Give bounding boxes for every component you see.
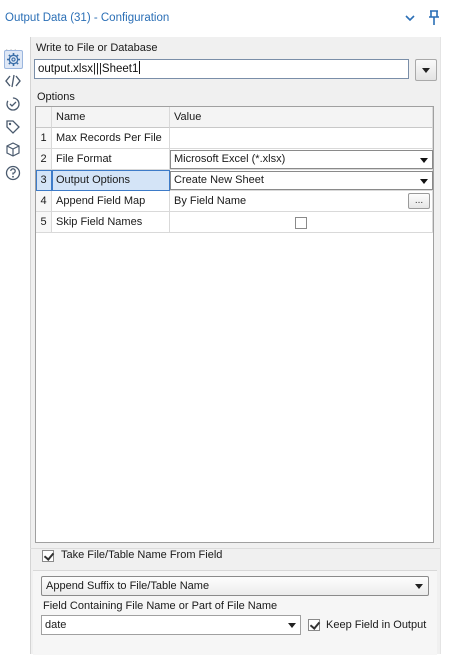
row-number: 3 xyxy=(36,170,52,191)
take-name-label: Take File/Table Name From Field xyxy=(61,549,223,561)
option-name[interactable]: Output Options xyxy=(52,170,170,191)
column-header-value[interactable]: Value xyxy=(170,107,433,128)
keep-field-checkbox[interactable] xyxy=(308,619,320,631)
chevron-down-icon xyxy=(288,623,296,628)
output-options-value: Create New Sheet xyxy=(174,174,264,186)
xml-icon[interactable] xyxy=(4,72,22,90)
target-value: output.xlsx|||Sheet1 xyxy=(38,63,139,75)
field-value: date xyxy=(45,619,67,631)
chevron-down-icon xyxy=(420,179,428,184)
field-select[interactable]: date xyxy=(41,615,301,635)
chevron-down-icon xyxy=(415,584,423,589)
target-input[interactable]: output.xlsx|||Sheet1 xyxy=(34,59,409,79)
append-field-map-button[interactable]: ... xyxy=(408,193,430,209)
scrollbar[interactable] xyxy=(440,37,454,654)
output-options-select[interactable]: Create New Sheet xyxy=(170,171,433,190)
gear-icon xyxy=(7,53,20,66)
suffix-option-select[interactable]: Append Suffix to File/Table Name xyxy=(41,576,429,596)
option-name[interactable]: File Format xyxy=(52,149,170,170)
suffix-option-value: Append Suffix to File/Table Name xyxy=(46,580,210,592)
field-label: Field Containing File Name or Part of Fi… xyxy=(43,600,278,612)
chevron-down-icon xyxy=(420,158,428,163)
options-grid: Name Value 1 Max Records Per File 2 File… xyxy=(35,106,434,543)
file-format-select[interactable]: Microsoft Excel (*.xlsx) xyxy=(170,150,433,169)
target-label: Write to File or Database xyxy=(36,42,158,54)
append-field-map-value[interactable]: By Field Name xyxy=(170,191,433,212)
option-name[interactable]: Max Records Per File xyxy=(52,128,170,149)
grid-header-corner xyxy=(36,107,52,128)
file-format-value: Microsoft Excel (*.xlsx) xyxy=(174,153,286,165)
row-number: 5 xyxy=(36,212,52,233)
pin-icon[interactable] xyxy=(426,9,442,27)
option-name[interactable]: Skip Field Names xyxy=(52,212,170,233)
keep-field-label: Keep Field in Output xyxy=(326,619,427,631)
options-label: Options xyxy=(37,91,75,103)
row-number: 1 xyxy=(36,128,52,149)
skip-field-names-checkbox[interactable] xyxy=(295,217,307,229)
option-name[interactable]: Append Field Map xyxy=(52,191,170,212)
configuration-tab[interactable] xyxy=(4,50,23,69)
take-name-checkbox[interactable] xyxy=(42,550,54,562)
chevron-down-icon[interactable] xyxy=(403,11,417,25)
chevron-down-icon xyxy=(422,68,430,73)
anchor-icon[interactable] xyxy=(4,95,22,113)
tag-icon[interactable] xyxy=(4,118,22,136)
text-caret xyxy=(139,61,141,74)
row-number: 2 xyxy=(36,149,52,170)
max-records-input[interactable] xyxy=(170,128,433,149)
cube-icon[interactable] xyxy=(4,141,22,159)
column-header-name[interactable]: Name xyxy=(52,107,170,128)
target-dropdown-button[interactable] xyxy=(415,59,437,81)
panel-title: Output Data (31) - Configuration xyxy=(5,12,170,24)
row-number: 4 xyxy=(36,191,52,212)
help-icon[interactable] xyxy=(4,164,22,182)
